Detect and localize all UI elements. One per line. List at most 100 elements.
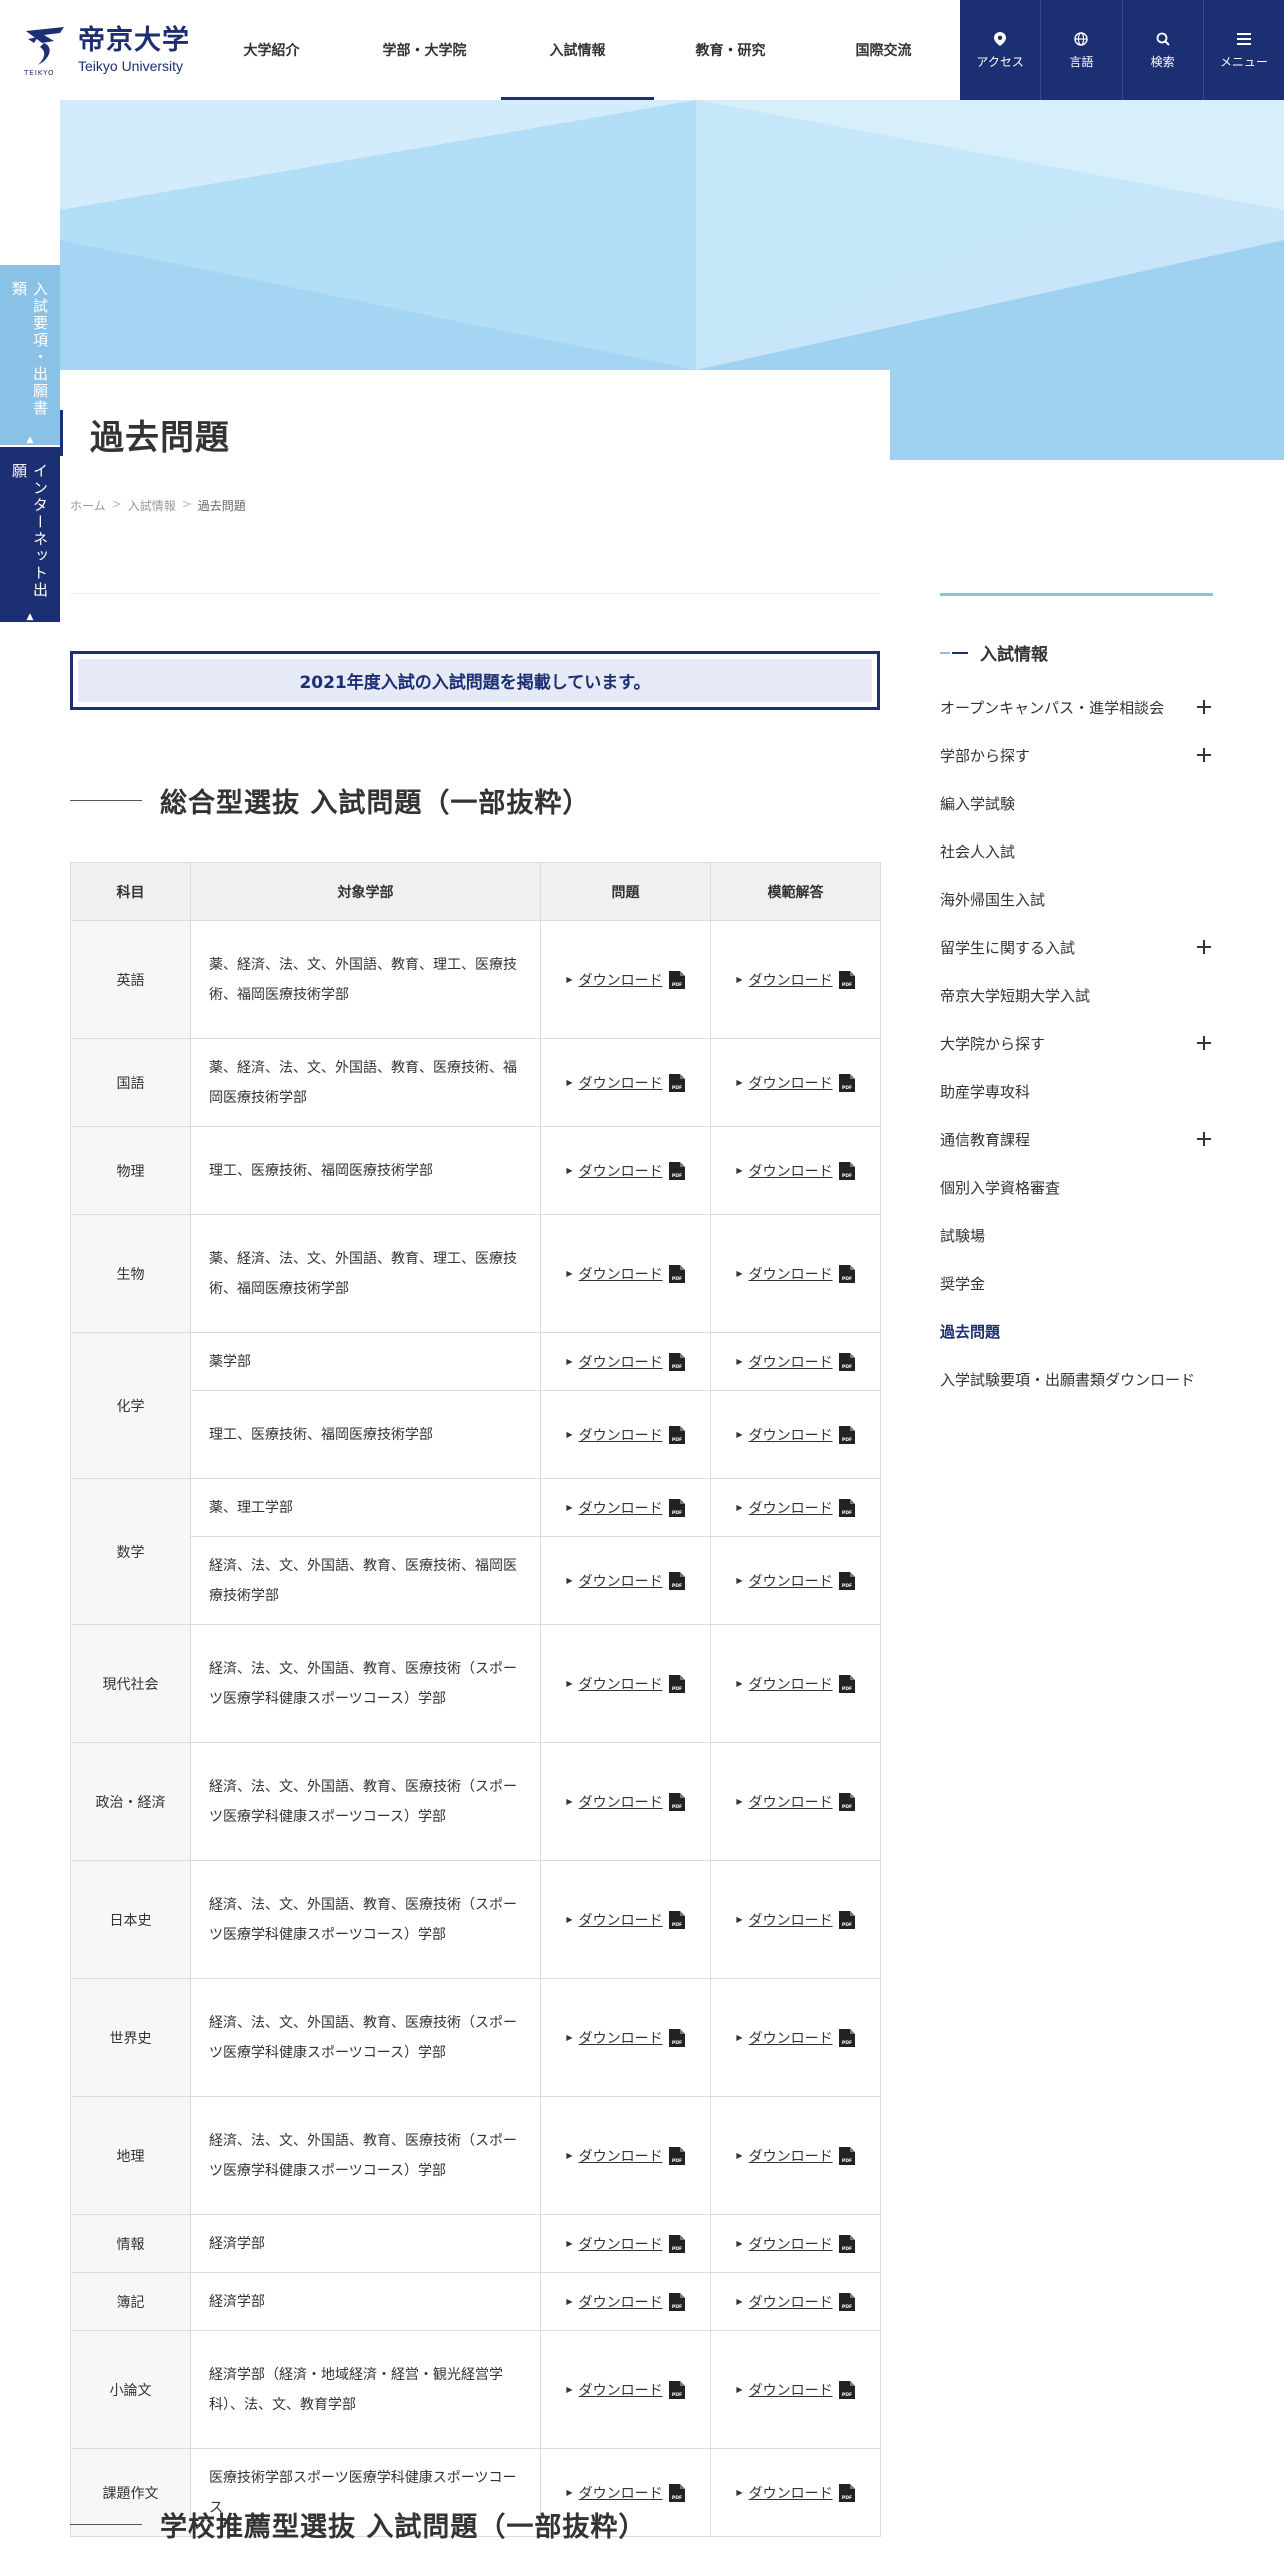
sidebar-item[interactable]: 個別入学資格審査	[940, 1163, 1213, 1211]
model-answer-download-link[interactable]: ▶ ダウンロード PDF	[736, 2146, 855, 2166]
sidebar-heading[interactable]: 入試情報	[940, 640, 1213, 665]
model-answer-download-link[interactable]: ▶ ダウンロード PDF	[736, 970, 855, 990]
model-answer-download-link[interactable]: ▶ ダウンロード PDF	[736, 2028, 855, 2048]
problem-download-link[interactable]: ▶ ダウンロード PDF	[566, 970, 685, 990]
model-answer-download-link[interactable]: ▶ ダウンロード PDF	[736, 1571, 855, 1591]
model-answer-download-link[interactable]: ▶ ダウンロード PDF	[736, 1910, 855, 1930]
model-answer-download-link[interactable]: ▶ ダウンロード PDF	[736, 2380, 855, 2400]
faculty-cell: 経済、法、文、外国語、教育、医療技術、福岡医療技術学部	[190, 1536, 541, 1625]
sidebar-item[interactable]: 学部から探す	[940, 731, 1213, 779]
menu-button[interactable]: メニュー	[1202, 0, 1284, 100]
model-answer-download-link[interactable]: ▶ ダウンロード PDF	[736, 1674, 855, 1694]
model-answer-download-link[interactable]: ▶ ダウンロード PDF	[736, 1425, 855, 1445]
nav-item-education-research[interactable]: 教育・研究	[654, 0, 807, 100]
table-row: 地理 経済、法、文、外国語、教育、医療技術（スポーツ医療学科健康スポーツコース）学…	[70, 2096, 881, 2215]
search-button[interactable]: 検索	[1121, 0, 1203, 100]
model-answer-download-link[interactable]: ▶ ダウンロード PDF	[736, 1792, 855, 1812]
title-accent-bar	[60, 410, 63, 456]
model-answer-download-link[interactable]: ▶ ダウンロード PDF	[736, 1264, 855, 1284]
sidebar-item[interactable]: 奨学金	[940, 1259, 1213, 1307]
sidebar-item[interactable]: 社会人入試	[940, 827, 1213, 875]
nav-item-admissions[interactable]: 入試情報	[501, 0, 654, 100]
internet-application-side-tab[interactable]: インターネット出願 ▲	[0, 447, 60, 622]
subject-cell: 現代社会	[70, 1624, 191, 1743]
sidebar-item[interactable]: 編入学試験	[940, 779, 1213, 827]
model-answer-download-link[interactable]: ▶ ダウンロード PDF	[736, 2234, 855, 2254]
problem-cell: ▶ ダウンロード PDF	[540, 1978, 711, 2097]
caret-right-icon: ▶	[566, 1503, 573, 1512]
breadcrumb-home[interactable]: ホーム	[70, 497, 106, 514]
problem-download-link[interactable]: ▶ ダウンロード PDF	[566, 2146, 685, 2166]
heading-rule	[70, 2524, 142, 2525]
sidebar-item-label: 試験場	[940, 1226, 986, 1245]
problem-cell: ▶ ダウンロード PDF	[540, 2330, 711, 2449]
nav-item-faculties[interactable]: 学部・大学院	[348, 0, 501, 100]
sidebar-item[interactable]: 入学試験要項・出願書類ダウンロード	[940, 1355, 1213, 1403]
university-logo[interactable]: TEIKYO 帝京大学 Teikyo University	[24, 24, 190, 77]
content-divider	[70, 593, 880, 594]
problem-download-link[interactable]: ▶ ダウンロード PDF	[566, 2234, 685, 2254]
plus-icon[interactable]	[1197, 700, 1211, 714]
breadcrumb-separator: >	[111, 497, 122, 511]
download-label: ダウンロード	[578, 972, 663, 989]
language-button[interactable]: 言語	[1040, 0, 1122, 100]
problem-download-link[interactable]: ▶ ダウンロード PDF	[566, 1498, 685, 1518]
subject-cell: 政治・経済	[70, 1742, 191, 1861]
model-answer-download-link[interactable]: ▶ ダウンロード PDF	[736, 1352, 855, 1372]
problem-download-link[interactable]: ▶ ダウンロード PDF	[566, 1571, 685, 1591]
nav-item-international[interactable]: 国際交流	[807, 0, 960, 100]
model-answer-download-link[interactable]: ▶ ダウンロード PDF	[736, 1073, 855, 1093]
sidebar-item[interactable]: 大学院から探す	[940, 1019, 1213, 1067]
problem-download-link[interactable]: ▶ ダウンロード PDF	[566, 1352, 685, 1372]
svg-text:PDF: PDF	[841, 1686, 851, 1692]
sidebar-item[interactable]: 助産学専攻科	[940, 1067, 1213, 1115]
sidebar-item[interactable]: 過去問題	[940, 1307, 1213, 1355]
sidebar-item[interactable]: 海外帰国生入試	[940, 875, 1213, 923]
sidebar-item[interactable]: 通信教育課程	[940, 1115, 1213, 1163]
problem-download-link[interactable]: ▶ ダウンロード PDF	[566, 1674, 685, 1694]
model-answer-cell: ▶ ダウンロード PDF	[710, 1038, 881, 1127]
problem-download-link[interactable]: ▶ ダウンロード PDF	[566, 2483, 685, 2503]
breadcrumb-admissions[interactable]: 入試情報	[128, 497, 176, 514]
problem-download-link[interactable]: ▶ ダウンロード PDF	[566, 2028, 685, 2048]
svg-text:PDF: PDF	[671, 1804, 681, 1810]
download-label: ダウンロード	[748, 1676, 833, 1693]
model-answer-download-link[interactable]: ▶ ダウンロード PDF	[736, 1161, 855, 1181]
problem-download-link[interactable]: ▶ ダウンロード PDF	[566, 1264, 685, 1284]
plus-icon[interactable]	[1197, 940, 1211, 954]
sidebar-item[interactable]: 試験場	[940, 1211, 1213, 1259]
caret-right-icon: ▶	[736, 1166, 743, 1175]
model-answer-download-link[interactable]: ▶ ダウンロード PDF	[736, 2483, 855, 2503]
plus-icon[interactable]	[1197, 1132, 1211, 1146]
nav-item-about[interactable]: 大学紹介	[195, 0, 348, 100]
pdf-icon: PDF	[668, 2028, 685, 2047]
sidebar-item[interactable]: オープンキャンパス・進学相談会	[940, 683, 1213, 731]
model-answer-cell: ▶ ダウンロード PDF	[710, 2448, 881, 2537]
download-label: ダウンロード	[748, 2236, 833, 2253]
problem-download-link[interactable]: ▶ ダウンロード PDF	[566, 1425, 685, 1445]
plus-icon[interactable]	[1197, 1036, 1211, 1050]
download-label: ダウンロード	[578, 2294, 663, 2311]
problem-download-link[interactable]: ▶ ダウンロード PDF	[566, 1792, 685, 1812]
table-row: 経済、法、文、外国語、教育、医療技術、福岡医療技術学部 ▶ ダウンロード PDF ▶ ダウ…	[71, 1536, 881, 1625]
model-answer-download-link[interactable]: ▶ ダウンロード PDF	[736, 1498, 855, 1518]
download-label: ダウンロード	[748, 1500, 833, 1517]
svg-text:PDF: PDF	[671, 982, 681, 988]
access-button[interactable]: アクセス	[960, 0, 1041, 100]
model-answer-download-link[interactable]: ▶ ダウンロード PDF	[736, 2292, 855, 2312]
download-label: ダウンロード	[578, 2030, 663, 2047]
svg-text:PDF: PDF	[841, 1173, 851, 1179]
problem-download-link[interactable]: ▶ ダウンロード PDF	[566, 2380, 685, 2400]
problem-download-link[interactable]: ▶ ダウンロード PDF	[566, 2292, 685, 2312]
problem-download-link[interactable]: ▶ ダウンロード PDF	[566, 1910, 685, 1930]
sidebar-item[interactable]: 留学生に関する入試	[940, 923, 1213, 971]
problem-download-link[interactable]: ▶ ダウンロード PDF	[566, 1073, 685, 1093]
guidelines-side-tab[interactable]: 入試要項・出願書類 ▲	[0, 265, 60, 445]
sidebar-item[interactable]: 帝京大学短期大学入試	[940, 971, 1213, 1019]
pdf-icon: PDF	[668, 2483, 685, 2502]
faculty-cell: 薬、経済、法、文、外国語、教育、理工、医療技術、福岡医療技術学部	[190, 920, 541, 1039]
svg-text:PDF: PDF	[841, 1276, 851, 1282]
plus-icon[interactable]	[1197, 748, 1211, 762]
model-answer-cell: ▶ ダウンロード PDF	[710, 2272, 881, 2331]
problem-download-link[interactable]: ▶ ダウンロード PDF	[566, 1161, 685, 1181]
